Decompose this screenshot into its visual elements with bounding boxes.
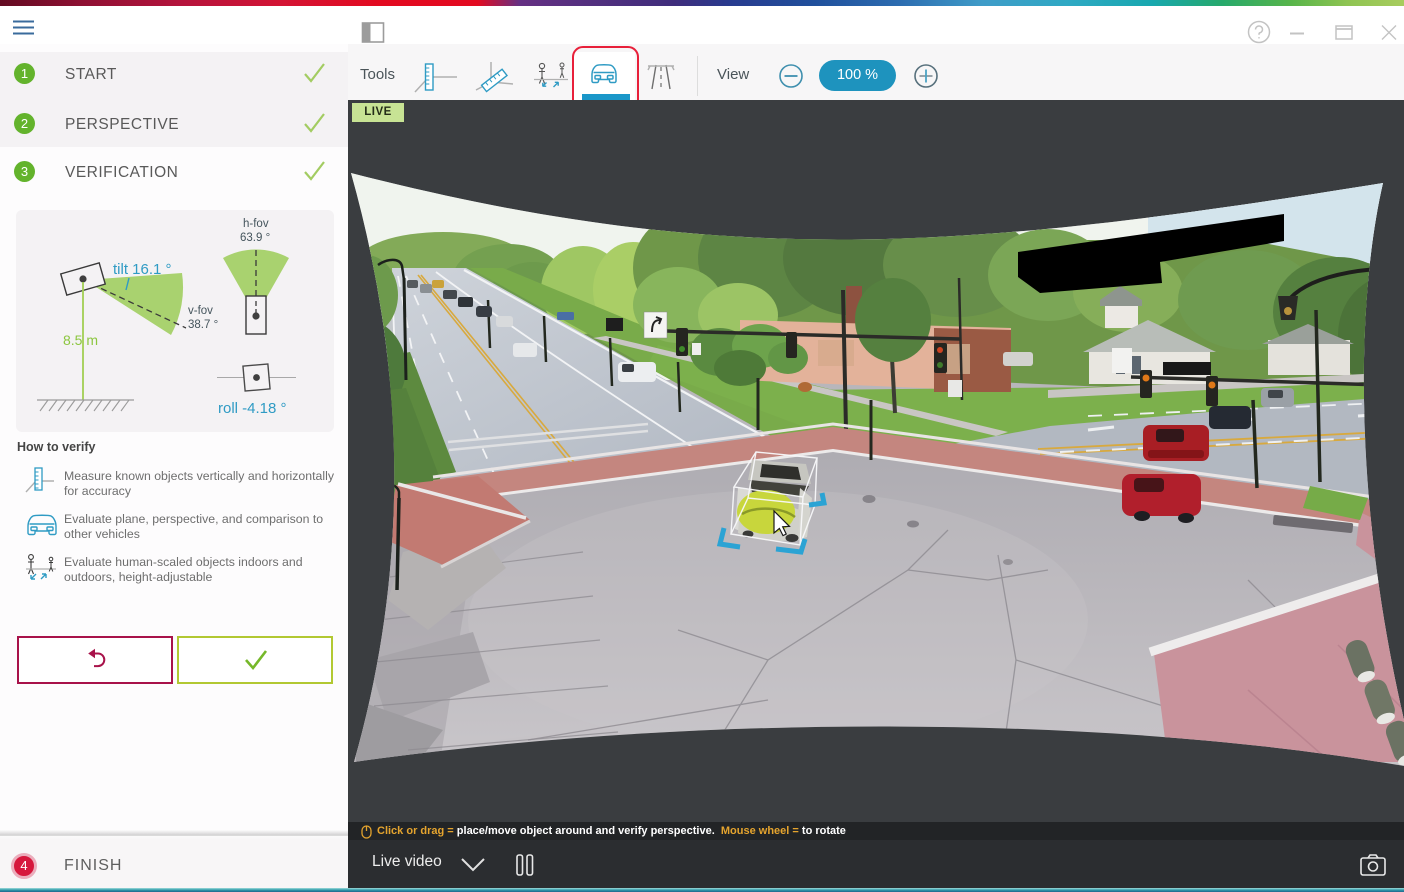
svg-text:8.5 m: 8.5 m xyxy=(63,332,98,348)
svg-text:v-fov: v-fov xyxy=(188,305,213,317)
svg-text:roll -4.18 °: roll -4.18 ° xyxy=(218,400,287,417)
svg-text:h-fov: h-fov xyxy=(243,218,269,230)
svg-text:tilt 16.1 °: tilt 16.1 ° xyxy=(113,261,172,278)
svg-text:63.9 °: 63.9 ° xyxy=(240,232,270,244)
svg-text:38.7 °: 38.7 ° xyxy=(188,319,218,331)
